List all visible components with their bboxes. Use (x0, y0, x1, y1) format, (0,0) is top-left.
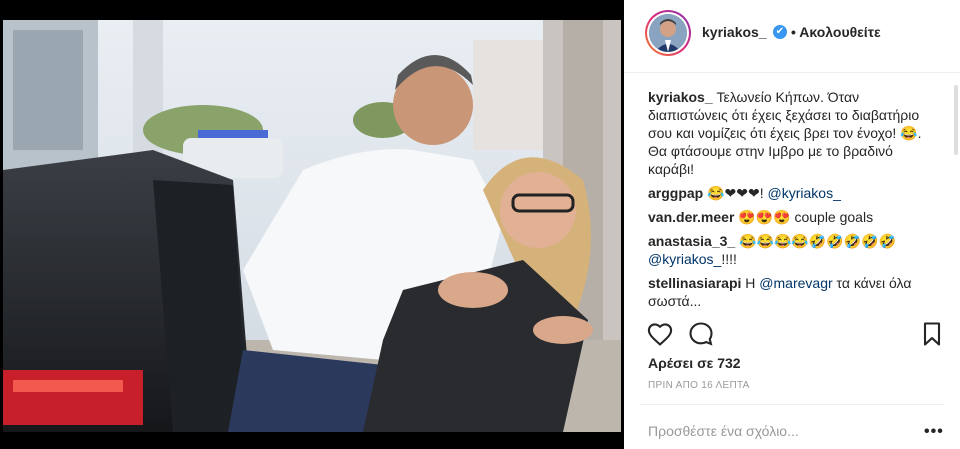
list-item: stellinasiarapi Η @marevagr τα κάνει όλα… (648, 274, 938, 310)
caption-username[interactable]: kyriakos_ (648, 89, 713, 105)
avatar-photo (649, 14, 687, 52)
comment-icon[interactable] (687, 320, 715, 348)
comment-text: 😍😍😍 couple goals (738, 209, 874, 225)
comment-username[interactable]: van.der.meer (648, 209, 734, 225)
comment-mention[interactable]: @marevagr (759, 275, 832, 291)
comment-mention[interactable]: @kyriakos_ (648, 251, 721, 267)
verified-badge-icon: ✔ (773, 25, 787, 39)
comment-text: Η (745, 275, 756, 291)
comment-username[interactable]: anastasia_3_ (648, 233, 735, 249)
post-side-panel: kyriakos_ ✔ • Ακολουθείτε kyriakos_ Τελω… (624, 0, 960, 449)
post-photo[interactable] (3, 20, 621, 432)
list-item: van.der.meer 😍😍😍 couple goals (648, 208, 938, 226)
comment-mention[interactable]: @kyriakos_ (768, 185, 841, 201)
list-item: arggpap 😂❤❤❤! @kyriakos_ (648, 184, 938, 202)
more-options-icon[interactable]: ••• (924, 423, 944, 441)
post-header: kyriakos_ ✔ • Ακολουθείτε (624, 0, 960, 73)
comments-scrollbar[interactable] (954, 85, 958, 155)
post-media[interactable] (0, 0, 624, 449)
caption: kyriakos_ Τελωνείο Κήπων. Όταν διαπιστών… (648, 88, 938, 178)
post-actions (624, 318, 960, 348)
likes-count[interactable]: Αρέσει σε 732 (648, 355, 741, 371)
avatar[interactable] (645, 10, 691, 56)
comment-input[interactable]: Προσθέστε ένα σχόλιο... (648, 423, 799, 439)
comments-list: kyriakos_ Τελωνείο Κήπων. Όταν διαπιστών… (648, 88, 938, 316)
follow-status[interactable]: • Ακολουθείτε (791, 24, 881, 40)
list-item: anastasia_3_ 😂😂😂😂🤣🤣🤣🤣🤣 @kyriakos_!!!! (648, 232, 938, 268)
comment-text-after: !!!! (721, 251, 737, 267)
comment-username[interactable]: stellinasiarapi (648, 275, 741, 291)
avatar-ring (647, 12, 689, 54)
divider (640, 404, 944, 405)
comment-text: 😂❤❤❤! (707, 185, 764, 201)
post-timestamp: ΠΡΙΝ ΑΠΟ 16 ΛΕΠΤΑ (648, 380, 750, 391)
comment-username[interactable]: arggpap (648, 185, 703, 201)
comment-text: 😂😂😂😂🤣🤣🤣🤣🤣 (739, 233, 896, 249)
bookmark-icon[interactable] (918, 320, 946, 348)
heart-icon[interactable] (646, 320, 674, 348)
post-username[interactable]: kyriakos_ (702, 24, 767, 40)
